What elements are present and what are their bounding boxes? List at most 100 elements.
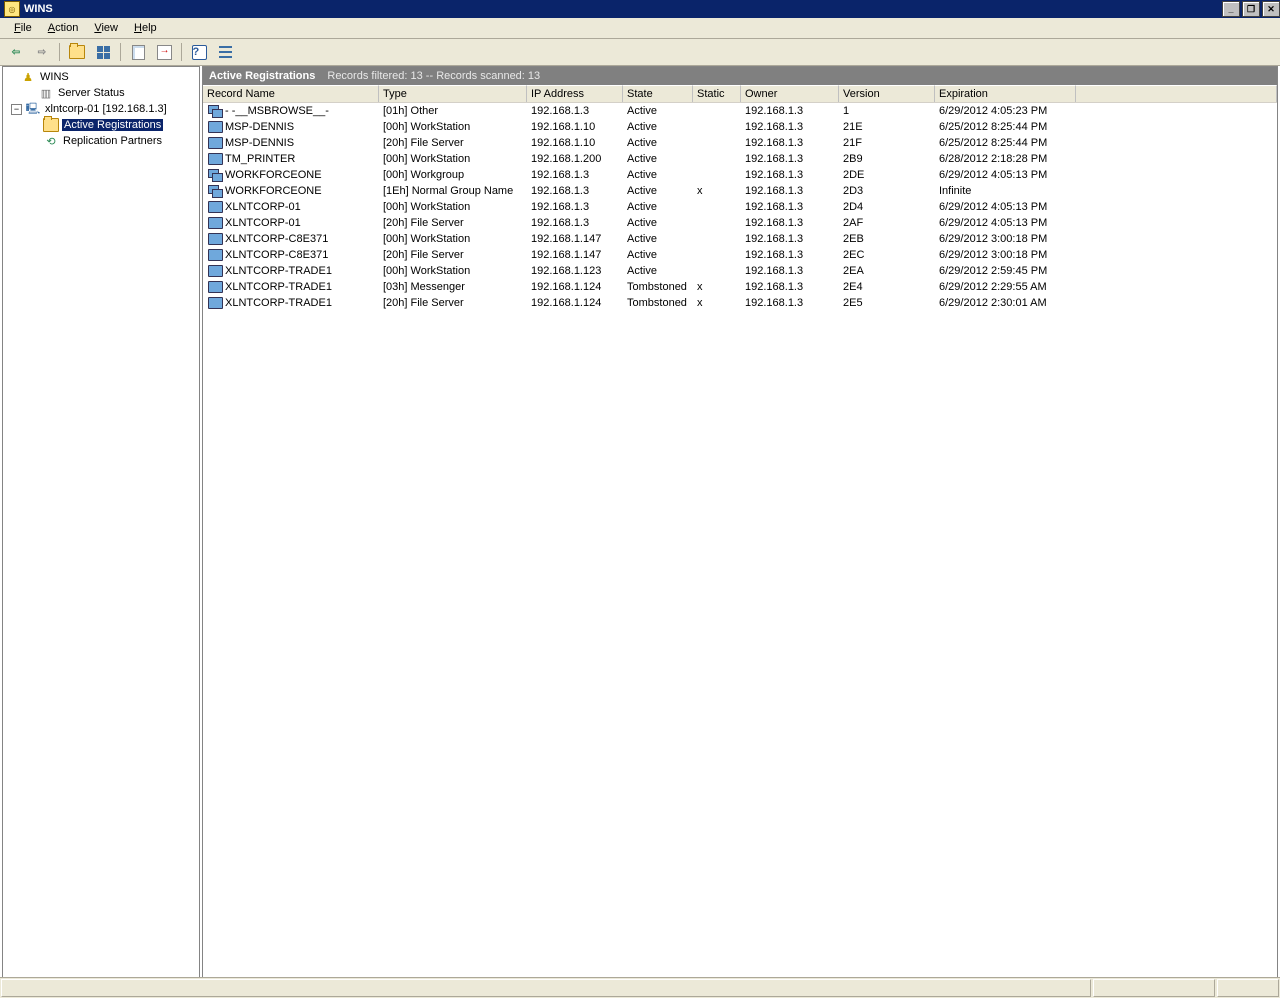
column-headers: Record Name Type IP Address State Static…: [203, 85, 1277, 103]
table-row[interactable]: TM_PRINTER[00h] WorkStation192.168.1.200…: [203, 151, 1277, 167]
menu-file[interactable]: File: [6, 20, 40, 36]
workstation-icon: [207, 135, 223, 151]
record-version: 2D3: [839, 185, 935, 197]
record-version: 2E4: [839, 281, 935, 293]
record-name: WORKFORCEONE: [225, 185, 322, 197]
folder-up-icon: [69, 45, 85, 59]
col-type[interactable]: Type: [379, 85, 527, 102]
record-owner: 192.168.1.3: [741, 137, 839, 149]
toolbar-separator: [120, 43, 121, 61]
record-owner: 192.168.1.3: [741, 281, 839, 293]
table-row[interactable]: XLNTCORP-C8E371[20h] File Server192.168.…: [203, 247, 1277, 263]
record-ip: 192.168.1.147: [527, 233, 623, 245]
refresh-icon: ?: [192, 45, 207, 60]
record-state: Active: [623, 201, 693, 213]
table-row[interactable]: XLNTCORP-TRADE1[00h] WorkStation192.168.…: [203, 263, 1277, 279]
record-version: 1: [839, 105, 935, 117]
table-row[interactable]: MSP-DENNIS[20h] File Server192.168.1.10A…: [203, 135, 1277, 151]
record-name: XLNTCORP-TRADE1: [225, 281, 332, 293]
record-state: Active: [623, 169, 693, 181]
tree-active-registrations-label: Active Registrations: [62, 119, 163, 131]
record-owner: 192.168.1.3: [741, 201, 839, 213]
record-type: [20h] File Server: [379, 249, 527, 261]
workstation-icon: [207, 279, 223, 295]
record-type: [20h] File Server: [379, 217, 527, 229]
tree-host[interactable]: − 🖳 xlntcorp-01 [192.168.1.3]: [3, 101, 199, 117]
tree-root-label: WINS: [39, 71, 70, 83]
server-icon: ▥: [38, 85, 54, 101]
record-type: [00h] WorkStation: [379, 121, 527, 133]
record-version: 2D4: [839, 201, 935, 213]
show-hide-tree-button[interactable]: [91, 41, 115, 63]
menu-view[interactable]: View: [86, 20, 126, 36]
record-state: Tombstoned: [623, 281, 693, 293]
status-bar: [0, 977, 1280, 998]
table-row[interactable]: - -__MSBROWSE__-[01h] Other192.168.1.3Ac…: [203, 103, 1277, 119]
refresh-button[interactable]: ?: [187, 41, 211, 63]
status-pane-2: [1093, 979, 1215, 997]
workstation-icon: [207, 119, 223, 135]
record-version: 2EC: [839, 249, 935, 261]
record-type: [00h] Workgroup: [379, 169, 527, 181]
nav-forward-button[interactable]: ⇨: [30, 41, 54, 63]
menu-bar: File Action View Help: [0, 18, 1280, 39]
record-state: Active: [623, 233, 693, 245]
records-list[interactable]: - -__MSBROWSE__-[01h] Other192.168.1.3Ac…: [203, 103, 1277, 977]
table-row[interactable]: XLNTCORP-C8E371[00h] WorkStation192.168.…: [203, 231, 1277, 247]
record-version: 2AF: [839, 217, 935, 229]
col-static[interactable]: Static: [693, 85, 741, 102]
table-row[interactable]: MSP-DENNIS[00h] WorkStation192.168.1.10A…: [203, 119, 1277, 135]
table-row[interactable]: WORKFORCEONE [00h] Workgroup192.168.1.3Ac…: [203, 167, 1277, 183]
menu-action[interactable]: Action: [40, 20, 87, 36]
table-row[interactable]: WORKFORCEONE[1Eh] Normal Group Name192.1…: [203, 183, 1277, 199]
record-ip: 192.168.1.3: [527, 169, 623, 181]
table-row[interactable]: XLNTCORP-TRADE1[20h] File Server192.168.…: [203, 295, 1277, 311]
title-bar[interactable]: ◎ WINS _ ❐ ✕: [0, 0, 1280, 18]
record-name: MSP-DENNIS: [225, 121, 294, 133]
tree-expander[interactable]: −: [11, 104, 22, 115]
minimize-button[interactable]: _: [1222, 1, 1240, 17]
record-expiration: 6/28/2012 2:18:28 PM: [935, 153, 1076, 165]
properties-button[interactable]: [126, 41, 150, 63]
record-name: WORKFORCEONE: [225, 169, 322, 181]
toolbar: ⇦ ⇨ ?: [0, 39, 1280, 66]
col-spacer: [1076, 85, 1277, 102]
panes-icon: [97, 46, 110, 59]
content-panel: Active Registrations Records filtered: 1…: [202, 66, 1278, 978]
nav-back-button[interactable]: ⇦: [4, 41, 28, 63]
record-ip: 192.168.1.3: [527, 185, 623, 197]
help-button[interactable]: [213, 41, 237, 63]
record-version: 2E5: [839, 297, 935, 309]
tree-replication-partners[interactable]: ⟲ Replication Partners: [3, 133, 199, 149]
menu-help[interactable]: Help: [126, 20, 165, 36]
tree-root[interactable]: ♟ WINS: [3, 69, 199, 85]
table-row[interactable]: XLNTCORP-01[00h] WorkStation192.168.1.3A…: [203, 199, 1277, 215]
table-row[interactable]: XLNTCORP-TRADE1[03h] Messenger192.168.1.…: [203, 279, 1277, 295]
up-button[interactable]: [65, 41, 89, 63]
close-button[interactable]: ✕: [1262, 1, 1280, 17]
table-row[interactable]: XLNTCORP-01[20h] File Server192.168.1.3A…: [203, 215, 1277, 231]
document-icon: [132, 45, 145, 60]
tree-active-registrations[interactable]: Active Registrations: [3, 117, 199, 133]
record-name: MSP-DENNIS: [225, 137, 294, 149]
record-state: Active: [623, 217, 693, 229]
maximize-button[interactable]: ❐: [1242, 1, 1260, 17]
col-ip-address[interactable]: IP Address: [527, 85, 623, 102]
record-ip: 192.168.1.147: [527, 249, 623, 261]
col-owner[interactable]: Owner: [741, 85, 839, 102]
col-expiration[interactable]: Expiration: [935, 85, 1076, 102]
col-record-name[interactable]: Record Name: [203, 85, 379, 102]
tree-panel[interactable]: ♟ WINS ▥ Server Status − 🖳 xlntcorp-01 […: [2, 66, 200, 978]
record-type: [20h] File Server: [379, 297, 527, 309]
export-list-button[interactable]: [152, 41, 176, 63]
col-version[interactable]: Version: [839, 85, 935, 102]
col-state[interactable]: State: [623, 85, 693, 102]
record-state: Tombstoned: [623, 297, 693, 309]
record-state: Active: [623, 265, 693, 277]
workstation-icon: [207, 231, 223, 247]
record-name: XLNTCORP-01: [225, 217, 301, 229]
record-type: [20h] File Server: [379, 137, 527, 149]
record-state: Active: [623, 249, 693, 261]
record-type: [01h] Other: [379, 105, 527, 117]
record-owner: 192.168.1.3: [741, 249, 839, 261]
